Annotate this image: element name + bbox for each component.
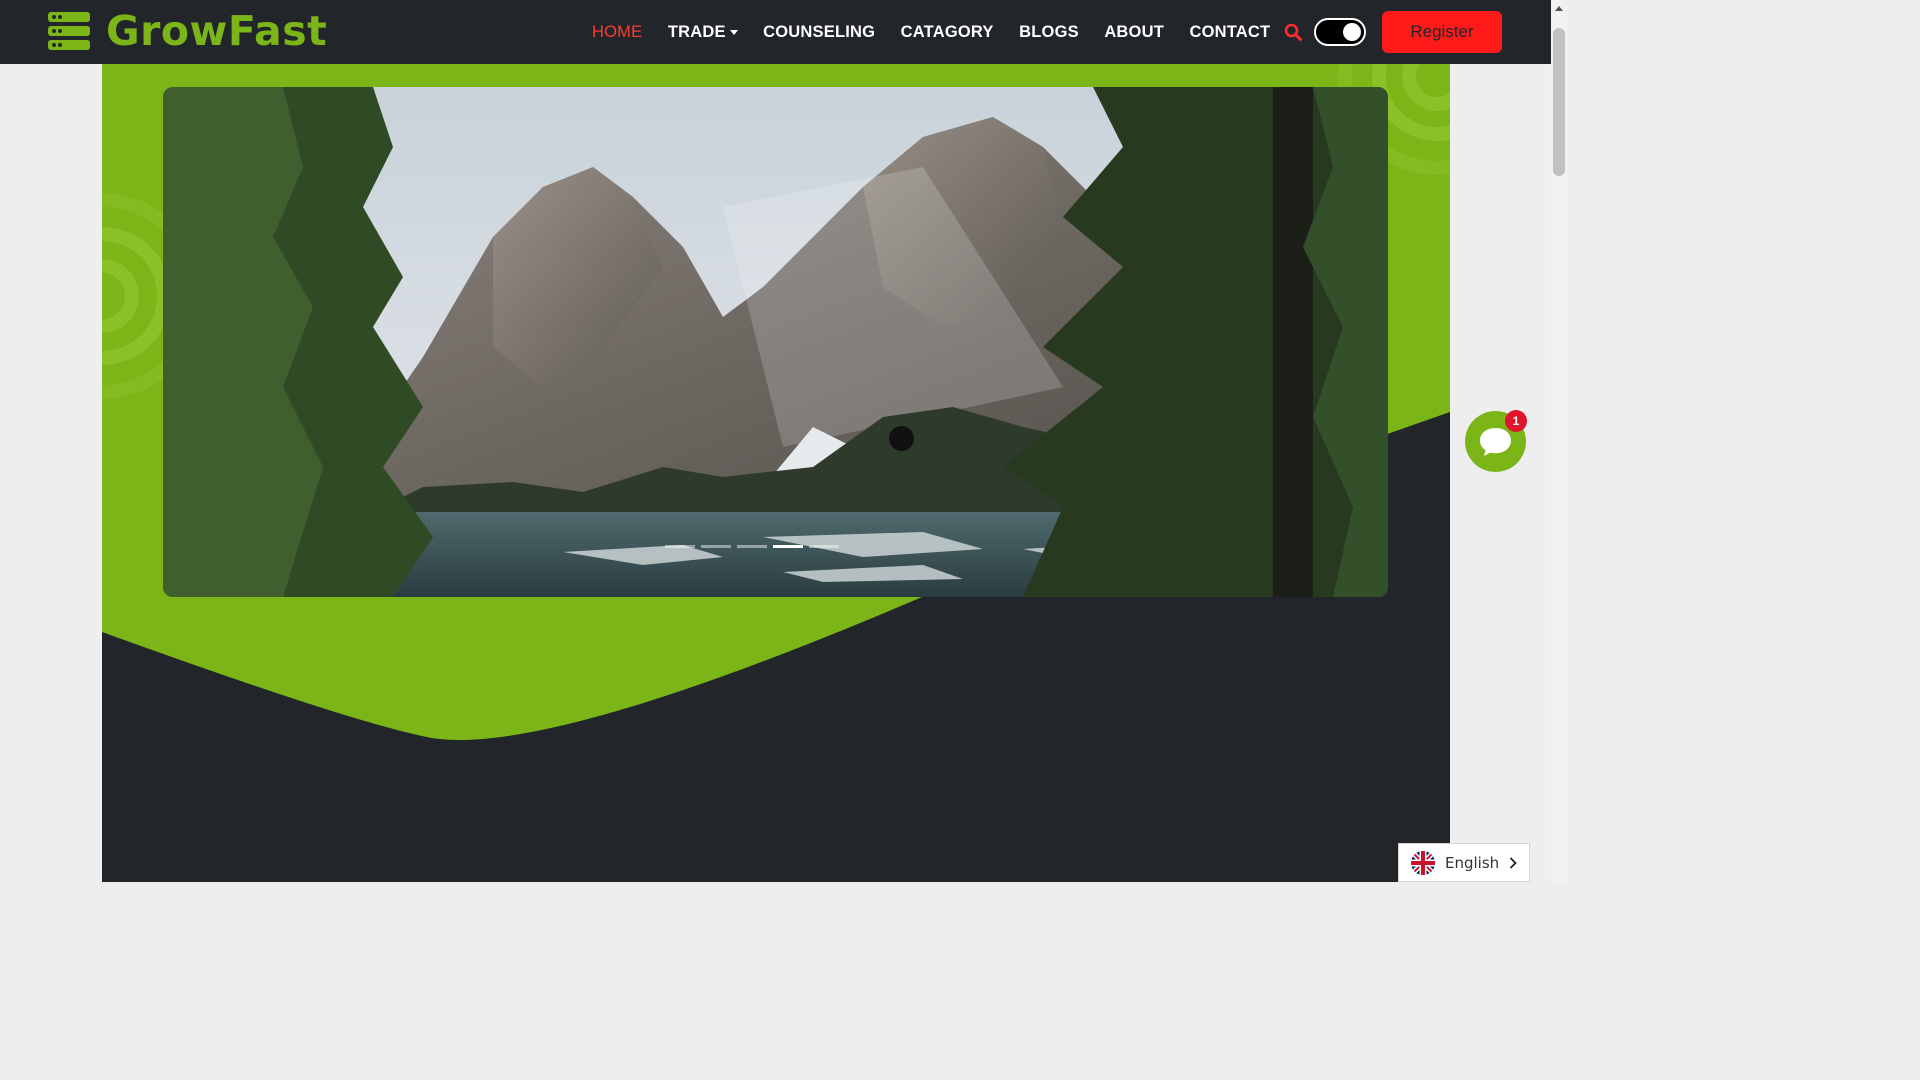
chevron-right-icon [1509, 857, 1517, 869]
language-label: English [1445, 853, 1500, 872]
page-scrollbar[interactable] [1551, 0, 1568, 882]
brand-name: GrowFast [106, 7, 328, 55]
caret-down-icon [729, 29, 738, 35]
hero-slide-image[interactable] [163, 87, 1388, 597]
chat-notification-badge: 1 [1505, 410, 1527, 432]
nav-item-contact[interactable]: CONTACT [1189, 23, 1270, 42]
nav-item-catagory[interactable]: CATAGORY [901, 23, 994, 42]
toggle-knob [1343, 23, 1361, 41]
mouse-cursor-dot [889, 426, 914, 451]
nav-item-home[interactable]: HOME [592, 23, 642, 42]
mountain-lake-image [163, 87, 1388, 597]
server-stack-icon [48, 12, 90, 50]
nav-item-counseling[interactable]: COUNSELING [763, 23, 875, 42]
carousel-dot[interactable] [701, 545, 731, 548]
search-icon[interactable] [1284, 23, 1302, 41]
hero-section [102, 64, 1450, 882]
top-navbar: GrowFast HOME TRADE COUNSELING CATAGORY … [0, 0, 1551, 64]
register-button[interactable]: Register [1382, 11, 1502, 53]
scroll-up-arrow-icon[interactable] [1551, 0, 1568, 17]
carousel-dot-active[interactable] [773, 545, 803, 548]
carousel-dot[interactable] [665, 545, 695, 548]
scroll-thumb[interactable] [1553, 28, 1565, 176]
nav-item-about[interactable]: ABOUT [1104, 23, 1164, 42]
nav-item-trade[interactable]: TRADE [668, 23, 738, 42]
uk-flag-icon [1411, 850, 1435, 875]
brand-logo[interactable]: GrowFast [48, 10, 327, 52]
carousel-dot[interactable] [809, 545, 839, 548]
carousel-indicators [665, 545, 839, 548]
nav-item-blogs[interactable]: BLOGS [1019, 23, 1079, 42]
carousel-dot[interactable] [737, 545, 767, 548]
nav-item-trade-label: TRADE [667, 22, 726, 41]
main-nav: HOME TRADE COUNSELING CATAGORY BLOGS ABO… [592, 0, 1296, 64]
theme-toggle[interactable] [1314, 18, 1366, 46]
language-selector[interactable]: English [1398, 843, 1530, 882]
